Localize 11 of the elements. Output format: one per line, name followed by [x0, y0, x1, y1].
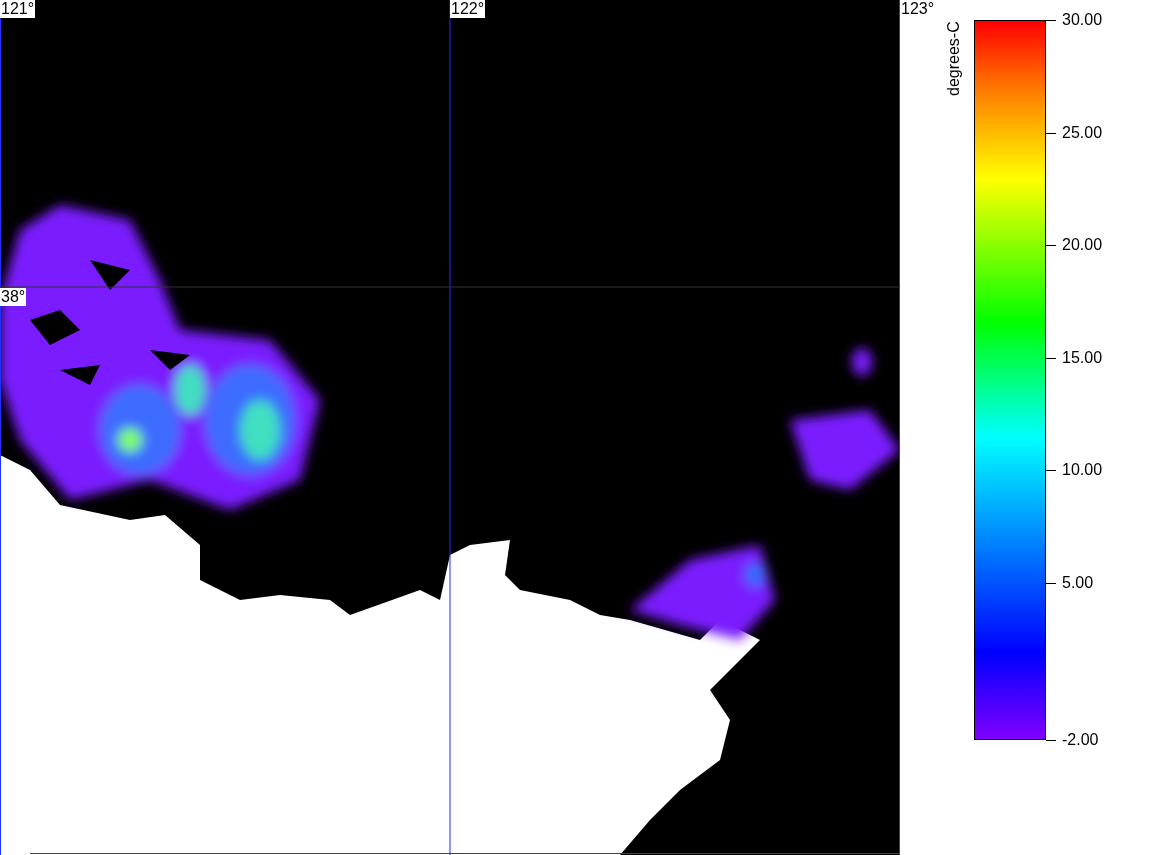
colorbar-tick-label: 15.00	[1062, 348, 1103, 367]
colorbar-tick-label: 20.00	[1062, 236, 1103, 254]
longitude-label: 121°	[0, 0, 36, 18]
longitude-label: 122°	[450, 0, 486, 18]
colorbar-title: degrees-C	[945, 20, 963, 96]
colorbar-tick-label: 25.00	[1062, 123, 1103, 142]
colorbar-tick-label: 30.00	[1062, 11, 1103, 29]
colorbar-tick-label: 10.00	[1062, 461, 1103, 479]
colorbar-tick-label: -2.00	[1062, 731, 1099, 749]
latitude-label: 38°	[0, 288, 27, 306]
colorbar-tick-label: 5.00	[1062, 573, 1094, 592]
